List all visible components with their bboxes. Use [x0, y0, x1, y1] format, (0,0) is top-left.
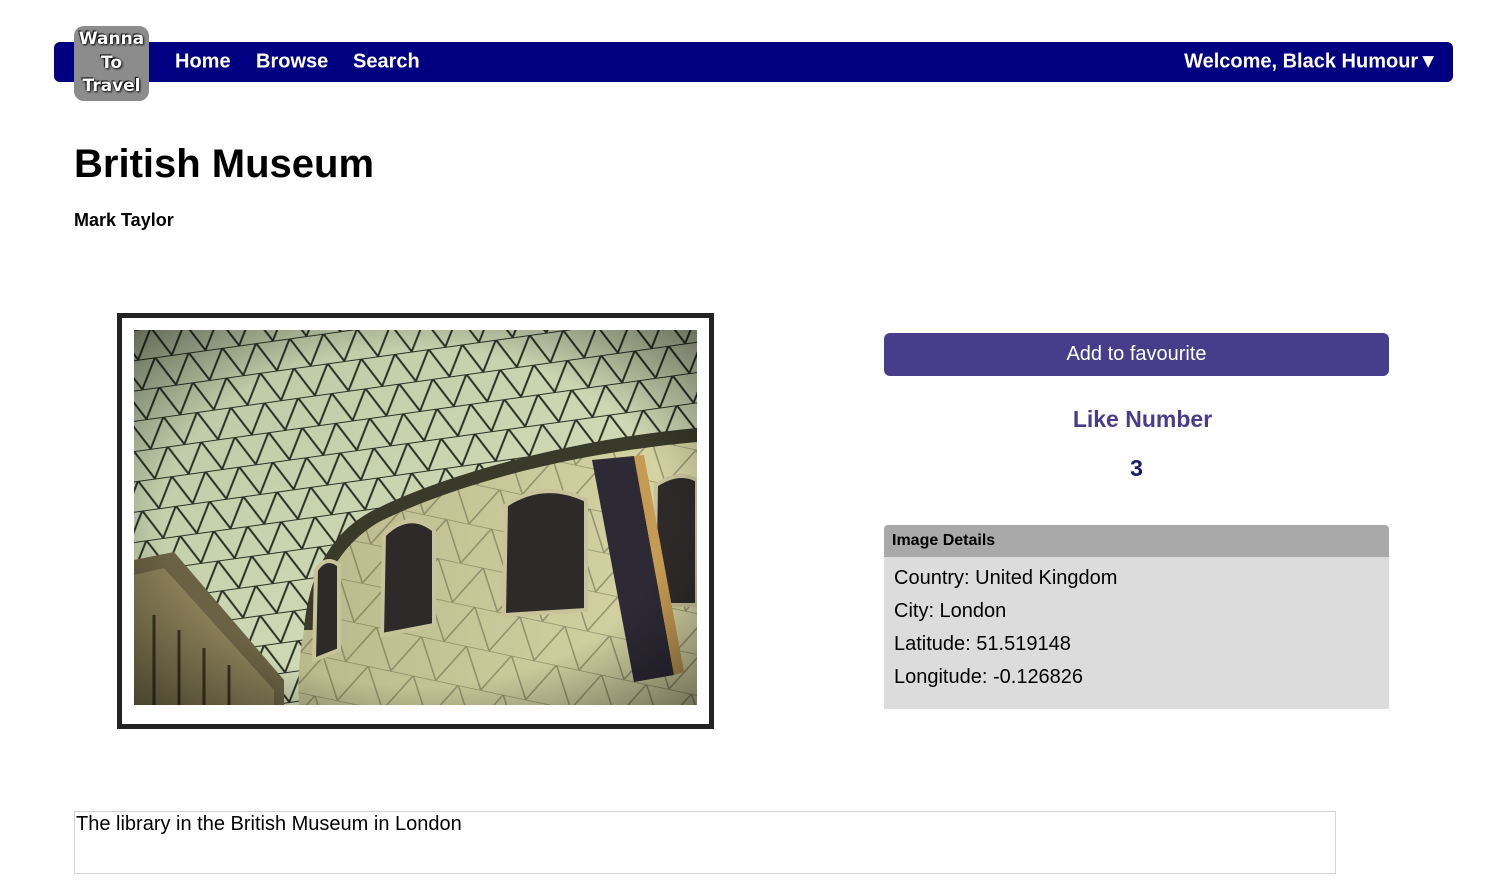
nav-browse-link[interactable]: Browse	[256, 51, 328, 74]
author-name: Mark Taylor	[74, 210, 174, 230]
museum-photo-icon	[134, 330, 697, 705]
detail-longitude: Longitude: -0.126826	[894, 666, 1084, 688]
like-count: 3	[1130, 455, 1143, 481]
museum-photo	[134, 330, 697, 705]
image-details-panel: Image Details Country: United Kingdom Ci…	[884, 525, 1389, 709]
site-logo[interactable]: Wanna To Travel	[74, 26, 149, 101]
detail-city: City: London	[894, 600, 1007, 622]
photo-frame	[117, 313, 714, 729]
like-number-label: Like Number	[1072, 406, 1213, 432]
page-title: British Museum	[74, 142, 375, 186]
logo-line-1: Wanna	[78, 29, 145, 50]
nav-home-link[interactable]: Home	[175, 51, 231, 74]
nav-search-link[interactable]: Search	[353, 51, 420, 74]
detail-country: Country: United Kingdom	[894, 567, 1118, 589]
detail-latitude: Latitude: 51.519148	[894, 633, 1071, 655]
logo-line-2: To	[100, 52, 123, 73]
user-menu-dropdown[interactable]: Welcome, Black Humour▼	[1184, 51, 1438, 74]
logo-line-3: Travel	[82, 76, 141, 97]
image-details-header: Image Details	[884, 525, 1389, 557]
image-description: The library in the British Museum in Lon…	[74, 811, 1336, 874]
add-to-favourite-button[interactable]: Add to favourite	[884, 333, 1389, 376]
